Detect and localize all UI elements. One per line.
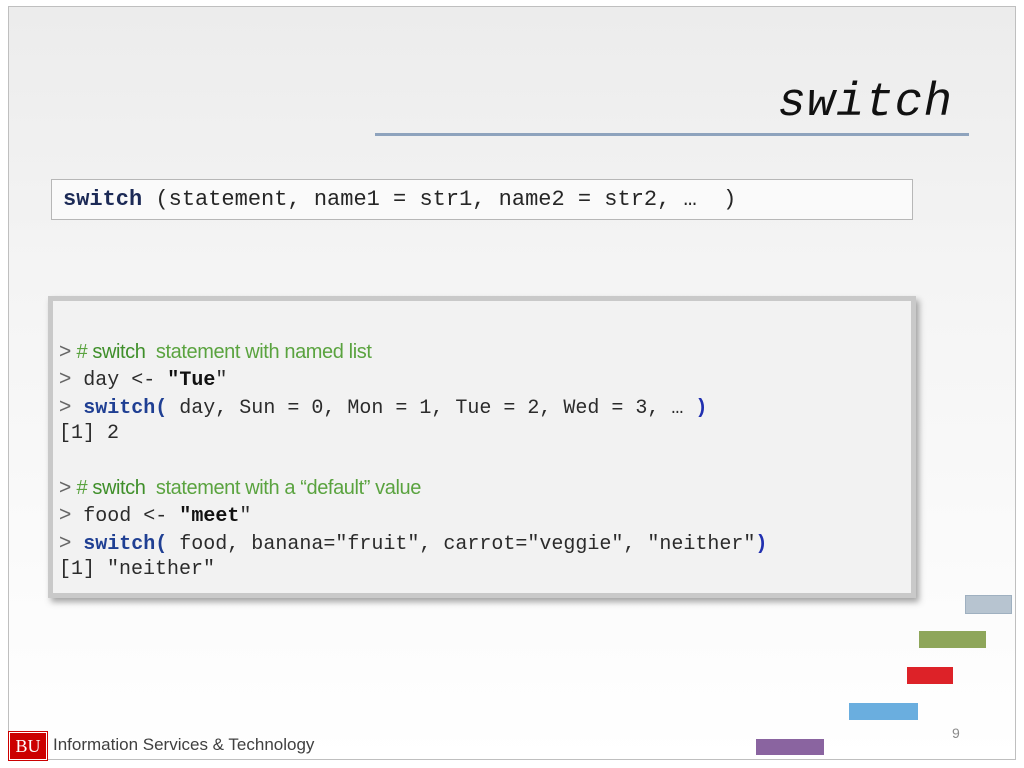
code-example-box: > # switch statement with named list > d… bbox=[48, 296, 916, 598]
code-line-comment-1: > # switch statement with named list bbox=[59, 338, 911, 365]
comment-hash: # bbox=[76, 477, 88, 500]
close-paren: ) bbox=[755, 532, 768, 556]
prompt: > bbox=[59, 530, 72, 554]
code-line-switch-day: > switch( day, Sun = 0, Mon = 1, Tue = 2… bbox=[59, 393, 911, 420]
decor-bar-gray bbox=[965, 595, 1012, 614]
comment-rest: statement with named list bbox=[155, 341, 372, 363]
comment-keyword: switch bbox=[92, 341, 146, 363]
quote: " bbox=[215, 369, 228, 393]
prompt: > bbox=[59, 476, 72, 500]
function-name: switch( bbox=[83, 532, 168, 556]
slide-title: switch bbox=[777, 77, 953, 130]
code-output-2: [1] "neither" bbox=[59, 558, 216, 582]
decor-bar-purple bbox=[756, 739, 824, 755]
function-args: food, banana="fruit", carrot="veggie", "… bbox=[167, 532, 756, 556]
prompt: > bbox=[59, 340, 72, 363]
syntax-box: switch (statement, name1 = str1, name2 =… bbox=[51, 179, 913, 220]
footer-org-name: Information Services & Technology bbox=[53, 735, 315, 754]
code-line-assign-day: > day <- "Tue" bbox=[59, 365, 911, 392]
comment-text: # switch statement with named list bbox=[71, 341, 371, 363]
decor-bar-red bbox=[907, 667, 953, 684]
comment-keyword: switch bbox=[92, 477, 146, 500]
title-underline bbox=[375, 133, 969, 136]
quote: " bbox=[239, 505, 252, 529]
quote: " bbox=[179, 505, 192, 529]
function-name: switch( bbox=[83, 396, 168, 420]
decor-bar-green bbox=[919, 631, 986, 648]
quote: " bbox=[167, 369, 180, 393]
close-paren: ) bbox=[695, 396, 708, 420]
code-line-assign-food: > food <- "meet" bbox=[59, 501, 911, 528]
code-line-switch-food: > switch( food, banana="fruit", carrot="… bbox=[59, 529, 911, 556]
code-assign: day <- bbox=[83, 369, 168, 393]
prompt: > bbox=[59, 367, 72, 391]
prompt: > bbox=[59, 394, 72, 418]
page-number: 9 bbox=[952, 725, 960, 741]
code-lines: > # switch statement with named list > d… bbox=[59, 338, 911, 593]
code-assign: food <- bbox=[83, 505, 180, 529]
bu-logo: BU bbox=[8, 731, 48, 761]
decor-bar-blue bbox=[849, 703, 918, 720]
comment-rest: statement with a “default” value bbox=[155, 477, 422, 500]
comment-text: # switch statement with a “default” valu… bbox=[71, 477, 421, 499]
string-value: meet bbox=[191, 505, 240, 529]
syntax-arguments: (statement, name1 = str1, name2 = str2, … bbox=[142, 187, 737, 212]
code-line-comment-2: > # switch statement with a “default” va… bbox=[59, 474, 911, 501]
prompt: > bbox=[59, 503, 72, 527]
code-output-1: [1] 2 bbox=[59, 421, 120, 445]
syntax-keyword: switch bbox=[63, 187, 143, 212]
function-args: day, Sun = 0, Mon = 1, Tue = 2, Wed = 3,… bbox=[167, 396, 696, 420]
string-value: Tue bbox=[179, 369, 216, 393]
comment-hash: # bbox=[76, 341, 88, 363]
